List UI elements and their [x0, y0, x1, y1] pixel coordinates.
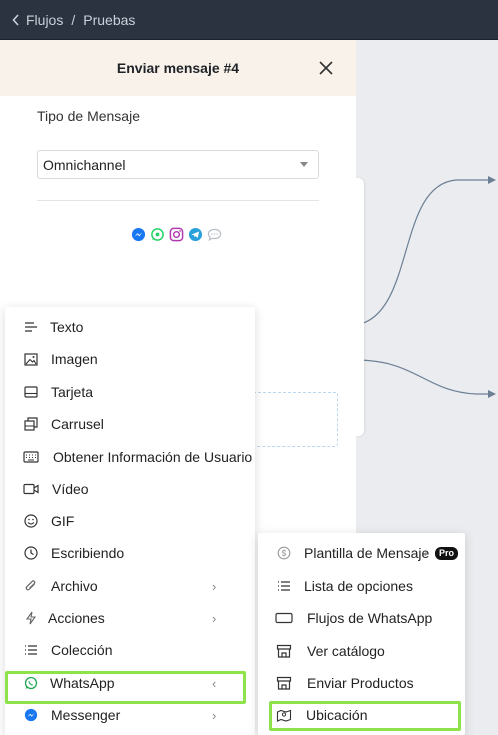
list-icon	[275, 578, 293, 594]
paperclip-icon	[23, 578, 39, 594]
add-content-menu: Texto Imagen Tarjeta Carrusel Obtener In…	[5, 307, 255, 735]
menu-item-video[interactable]: Vídeo	[5, 473, 255, 505]
whatsapp-icon	[23, 675, 39, 691]
menu-item-label: Texto	[50, 319, 84, 335]
chevron-left-icon: ‹	[212, 675, 217, 691]
store-icon	[275, 675, 293, 691]
template-icon	[275, 545, 293, 561]
menu-item-label: Escribiendo	[51, 545, 125, 561]
submenu-item-lista-opciones[interactable]: Lista de opciones	[258, 570, 465, 602]
map-icon	[275, 707, 293, 723]
menu-item-carrusel[interactable]: Carrusel	[5, 408, 255, 440]
gif-icon	[23, 513, 39, 529]
menu-item-archivo[interactable]: Archivo ›	[5, 570, 255, 602]
lightning-icon	[23, 610, 39, 626]
chevron-right-icon: ›	[212, 707, 217, 723]
submenu-item-flujos-whatsapp[interactable]: Flujos de WhatsApp	[258, 602, 465, 634]
card-icon	[23, 384, 39, 400]
menu-item-label: Obtener Información de Usuario	[53, 449, 253, 465]
panel-header: Enviar mensaje #4	[0, 40, 356, 96]
messenger-icon	[23, 707, 39, 723]
menu-item-label: Acciones	[48, 610, 105, 626]
menu-item-label: Archivo	[51, 578, 98, 594]
chevron-right-icon: ›	[212, 578, 217, 594]
menu-item-label: Tarjeta	[51, 384, 94, 400]
submenu-item-ubicacion[interactable]: Ubicación	[258, 699, 465, 731]
whatsapp-submenu: Plantilla de Mensaje › Pro Lista de opci…	[258, 533, 465, 735]
submenu-item-ver-catalogo[interactable]: Ver catálogo	[258, 635, 465, 667]
submenu-item-label: Plantilla de Mensaje	[304, 545, 430, 561]
store-icon	[275, 643, 293, 659]
submenu-item-label: Lista de opciones	[304, 578, 413, 594]
top-bar: Flujos / Pruebas	[0, 0, 498, 40]
chevron-right-icon: ›	[424, 546, 428, 560]
menu-item-label: GIF	[51, 513, 75, 529]
carousel-icon	[23, 416, 39, 432]
menu-item-label: Carrusel	[51, 416, 104, 432]
caret-down-icon	[300, 162, 308, 167]
menu-item-coleccion[interactable]: Colección	[5, 634, 255, 666]
list-icon	[23, 642, 39, 658]
drop-zone[interactable]	[250, 392, 338, 447]
messenger-icon	[131, 227, 146, 242]
clock-icon	[23, 545, 39, 561]
video-icon	[23, 481, 39, 497]
panel-title: Enviar mensaje #4	[116, 60, 240, 76]
webchat-icon	[207, 227, 222, 242]
menu-item-imagen[interactable]: Imagen	[5, 343, 255, 375]
close-icon[interactable]	[316, 58, 336, 78]
telegram-icon	[188, 227, 203, 242]
submenu-item-plantilla[interactable]: Plantilla de Mensaje › Pro	[258, 537, 465, 569]
menu-item-acciones[interactable]: Acciones ›	[5, 602, 255, 634]
chevron-left-icon[interactable]	[12, 13, 20, 26]
menu-item-escribiendo[interactable]: Escribiendo	[5, 537, 255, 569]
breadcrumb-separator: /	[71, 11, 76, 28]
image-icon	[23, 351, 39, 367]
menu-item-label: Vídeo	[52, 481, 89, 497]
pro-badge: Pro	[435, 547, 459, 560]
text-lines-icon	[23, 319, 39, 335]
menu-item-obtener-informacion[interactable]: Obtener Información de Usuario	[5, 441, 255, 473]
message-type-label: Tipo de Mensaje	[37, 108, 140, 124]
whatsapp-icon	[150, 227, 165, 242]
menu-item-label: Imagen	[51, 351, 98, 367]
submenu-item-label: Flujos de WhatsApp	[307, 610, 433, 626]
menu-item-label: WhatsApp	[50, 675, 115, 691]
menu-item-label: Colección	[51, 642, 113, 658]
breadcrumb-flujos[interactable]: Flujos	[26, 12, 63, 28]
divider	[37, 200, 319, 201]
menu-item-texto[interactable]: Texto	[5, 311, 255, 343]
flow-node-edge[interactable]	[356, 178, 364, 436]
flow-icon	[275, 610, 293, 626]
instagram-icon	[169, 227, 184, 242]
submenu-item-enviar-productos[interactable]: Enviar Productos	[258, 667, 465, 699]
menu-item-gif[interactable]: GIF	[5, 505, 255, 537]
menu-item-whatsapp[interactable]: WhatsApp ‹	[5, 667, 255, 699]
submenu-item-label: Ubicación	[306, 707, 368, 723]
message-type-value: Omnichannel	[43, 156, 126, 173]
submenu-item-label: Enviar Productos	[307, 675, 414, 691]
submenu-item-label: Ver catálogo	[307, 643, 385, 659]
message-type-select[interactable]: Omnichannel	[37, 150, 319, 179]
chevron-right-icon: ›	[212, 610, 217, 626]
keyboard-icon	[23, 449, 39, 465]
menu-item-messenger[interactable]: Messenger ›	[5, 699, 255, 731]
channel-icons	[131, 227, 222, 242]
breadcrumb-pruebas[interactable]: Pruebas	[83, 12, 135, 28]
menu-item-label: Messenger	[51, 707, 121, 723]
menu-item-tarjeta[interactable]: Tarjeta	[5, 376, 255, 408]
